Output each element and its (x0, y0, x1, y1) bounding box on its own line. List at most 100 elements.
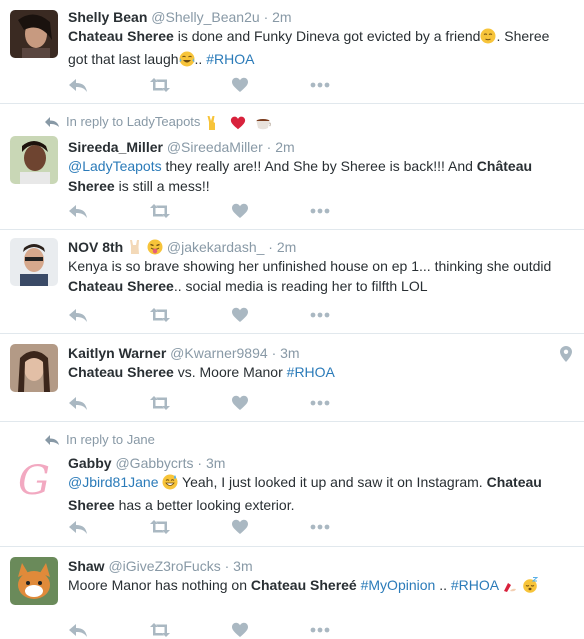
reply-arrow-icon[interactable] (68, 518, 88, 536)
user-name[interactable]: NOV 8th (68, 239, 123, 255)
timestamp[interactable]: 2m (272, 9, 291, 25)
reply-arrow-icon[interactable] (68, 394, 88, 412)
tweet-text: Kenya is so brave showing her unfinished… (68, 256, 564, 296)
tweet-feed: Shelly Bean @Shelly_Bean2u · 2m Chateau … (0, 0, 584, 627)
retweet-icon[interactable] (148, 394, 172, 412)
reply-arrow-icon[interactable] (68, 621, 88, 639)
separator-dot: · (268, 239, 273, 255)
user-handle[interactable]: @iGiveZ3roFucks (108, 558, 220, 574)
heart-icon[interactable] (231, 76, 249, 94)
user-name[interactable]: Shaw (68, 558, 105, 574)
user-handle[interactable]: @Gabbycrts (115, 455, 193, 471)
mention-link[interactable]: @Jbird81Jane (68, 474, 159, 490)
svg-text:G: G (18, 458, 50, 502)
user-handle[interactable]: @jakekardash_ (167, 239, 265, 255)
tweet-item[interactable]: In reply to LadyTeapots Sireeda_Miller @… (0, 104, 584, 230)
separator-dot: · (263, 9, 269, 25)
reply-arrow-icon[interactable] (68, 76, 88, 94)
user-name[interactable]: Sireeda_Miller (68, 139, 163, 155)
tweet-item[interactable]: In reply to Jane G Gabby @Gabbycrts · 3m… (0, 422, 584, 547)
red-heart-emoji-icon (230, 115, 252, 133)
reply-context-text: In reply to LadyTeapots (66, 114, 201, 129)
timestamp[interactable]: 3m (280, 345, 299, 361)
tweet-header: Gabby @Gabbycrts · 3m (68, 454, 225, 472)
reply-context-arrow-icon (44, 116, 60, 128)
avatar[interactable] (10, 344, 58, 392)
tweet-header: Shaw @iGiveZ3roFucks · 3m (68, 557, 253, 575)
tweet-item[interactable]: Shelly Bean @Shelly_Bean2u · 2m Chateau … (0, 0, 584, 104)
sleeping-face-emoji-icon (522, 577, 539, 598)
heart-icon[interactable] (231, 306, 249, 324)
avatar[interactable] (10, 10, 58, 58)
tweet-header: Sireeda_Miller @SireedaMiller · 2m (68, 138, 295, 156)
tweet-text: Moore Manor has nothing on Chateau Shere… (68, 575, 564, 598)
timestamp[interactable]: 2m (275, 139, 294, 155)
hashtag-link[interactable]: #RHOA (206, 51, 254, 67)
highlight-term: Chateau Shereé (250, 577, 357, 593)
reply-context[interactable]: In reply to LadyTeapots (44, 114, 277, 133)
reply-arrow-icon[interactable] (68, 202, 88, 220)
more-dots-icon[interactable] (309, 306, 331, 324)
avatar[interactable] (10, 238, 58, 286)
more-dots-icon[interactable] (309, 518, 331, 536)
user-handle[interactable]: @Kwarner9894 (170, 345, 268, 361)
heart-icon[interactable] (231, 621, 249, 639)
retweet-icon[interactable] (148, 202, 172, 220)
avatar[interactable] (10, 557, 58, 605)
avatar[interactable] (10, 136, 58, 184)
tweet-item[interactable]: NOV 8th @jakekardash_ · 2m Kenya is so b… (0, 230, 584, 334)
reply-context[interactable]: In reply to Jane (44, 432, 155, 448)
retweet-icon[interactable] (148, 518, 172, 536)
timestamp[interactable]: 3m (206, 455, 225, 471)
avatar[interactable]: G (10, 454, 58, 502)
heart-icon[interactable] (231, 518, 249, 536)
text-part: has a better looking exterior. (114, 497, 295, 513)
nail-polish-emoji-icon (502, 577, 518, 598)
text-part: .. social media is reading her to filfth… (173, 278, 428, 294)
reply-arrow-icon[interactable] (68, 306, 88, 324)
text-part: is still a mess!! (114, 178, 210, 194)
text-part: .. (435, 577, 451, 593)
tweet-text: Chateau Sheree is done and Funky Dineva … (68, 26, 564, 72)
user-name[interactable]: Shelly Bean (68, 9, 147, 25)
relieved-face-emoji-icon (480, 28, 496, 49)
tweet-item[interactable]: Shaw @iGiveZ3roFucks · 3m Moore Manor ha… (0, 547, 584, 627)
tweet-item[interactable]: Kaitlyn Warner @Kwarner9894 · 3m Chateau… (0, 334, 584, 422)
hashtag-link[interactable]: #RHOA (451, 577, 498, 593)
tweet-header: Shelly Bean @Shelly_Bean2u · 2m (68, 8, 292, 26)
heart-icon[interactable] (231, 202, 249, 220)
timestamp[interactable]: 2m (277, 239, 296, 255)
hashtag-link[interactable]: #RHOA (287, 364, 335, 380)
tweet-text: Chateau Sheree vs. Moore Manor #RHOA (68, 362, 564, 382)
heart-icon[interactable] (231, 394, 249, 412)
separator-dot: · (224, 558, 230, 574)
highlight-term: Chateau Sheree (68, 364, 174, 380)
text-part: Moore Manor has nothing on (68, 577, 251, 593)
tweet-text: @LadyTeapots they really are!! And She b… (68, 156, 564, 196)
text-part: Yeah, I just looked it up and saw it on … (178, 474, 487, 490)
text-part: .. (194, 51, 203, 67)
user-name[interactable]: Gabby (68, 455, 112, 471)
hashtag-link[interactable]: #MyOpinion (361, 577, 436, 593)
tweet-header: Kaitlyn Warner @Kwarner9894 · 3m (68, 344, 300, 362)
more-dots-icon[interactable] (309, 76, 331, 94)
more-dots-icon[interactable] (309, 394, 331, 412)
mention-link[interactable]: @LadyTeapots (68, 158, 162, 174)
user-handle[interactable]: @SireedaMiller (167, 139, 263, 155)
more-dots-icon[interactable] (309, 202, 331, 220)
retweet-icon[interactable] (148, 76, 172, 94)
retweet-icon[interactable] (148, 621, 172, 639)
more-dots-icon[interactable] (309, 621, 331, 639)
victory-hand-emoji-icon (204, 115, 226, 133)
highlight-term: Chateau Sheree (68, 28, 174, 44)
retweet-icon[interactable] (148, 306, 172, 324)
user-handle[interactable]: @Shelly_Bean2u (151, 9, 259, 25)
reply-context-text: In reply to Jane (66, 432, 155, 447)
user-name[interactable]: Kaitlyn Warner (68, 345, 166, 361)
separator-dot: · (271, 345, 277, 361)
grinning-sweat-emoji-icon (162, 474, 178, 495)
separator-dot: · (197, 455, 203, 471)
tweet-text: @Jbird81Jane Yeah, I just looked it up a… (68, 472, 564, 515)
text-part: is done and Funky Dineva got evicted by … (173, 28, 481, 44)
timestamp[interactable]: 3m (233, 558, 252, 574)
